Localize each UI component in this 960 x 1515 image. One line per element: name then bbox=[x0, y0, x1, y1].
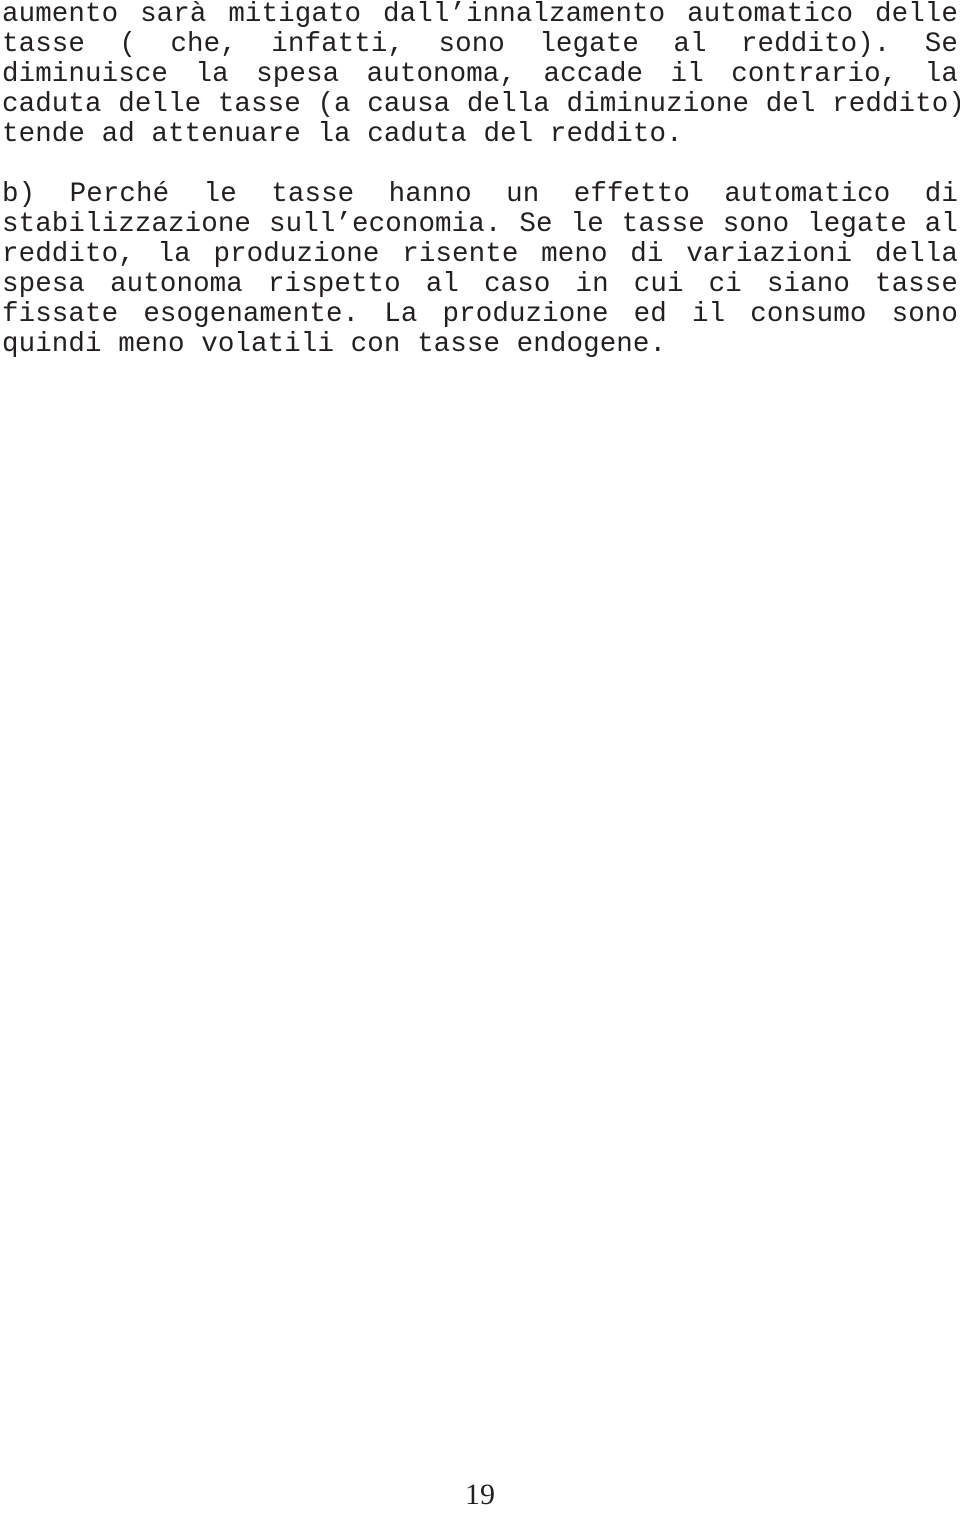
text-line: spesa autonoma rispetto al caso in cui c… bbox=[2, 269, 958, 300]
paragraph-continuation: aumento sarà mitigato dall’innalzamento … bbox=[2, 0, 960, 150]
document-text-body: aumento sarà mitigato dall’innalzamento … bbox=[2, 0, 960, 360]
text-line: b) Perché le tasse hanno un effetto auto… bbox=[2, 179, 958, 210]
text-line: caduta delle tasse (a causa della diminu… bbox=[2, 89, 960, 120]
text-line: aumento sarà mitigato dall’innalzamento … bbox=[2, 0, 958, 30]
text-line: tende ad attenuare la caduta del reddito… bbox=[2, 119, 683, 150]
text-line: quindi meno volatili con tasse endogene. bbox=[2, 329, 667, 360]
text-line: tasse ( che, infatti, sono legate al red… bbox=[2, 29, 958, 60]
text-line: fissate esogenamente. La produzione ed i… bbox=[2, 299, 958, 330]
document-page: aumento sarà mitigato dall’innalzamento … bbox=[0, 0, 960, 1515]
paragraph-answer-b: b) Perché le tasse hanno un effetto auto… bbox=[2, 180, 958, 360]
text-line: diminuisce la spesa autonoma, accade il … bbox=[2, 59, 958, 90]
page-number: 19 bbox=[465, 1478, 495, 1511]
text-line: reddito, la produzione risente meno di v… bbox=[2, 239, 958, 270]
text-line: stabilizzazione sull’economia. Se le tas… bbox=[2, 209, 958, 240]
